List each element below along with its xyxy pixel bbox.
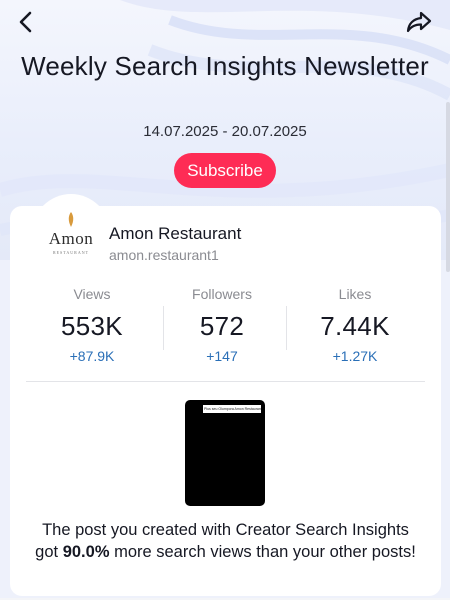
date-range: 14.07.2025 - 20.07.2025: [143, 123, 307, 140]
insights-card: Amon RESTAURANT Amon Restaurant amon.res…: [10, 194, 441, 596]
page-title: Weekly Search Insights Newsletter: [21, 51, 429, 81]
message-line-2: got 90.0% more search views than your ot…: [10, 541, 441, 563]
stat-views: Views 553K +87.9K: [22, 284, 162, 368]
stat-value: 572: [199, 311, 245, 341]
chevron-left-icon: [19, 11, 32, 33]
logo-subtext: RESTAURANT: [52, 249, 90, 255]
stat-delta: +147: [206, 348, 238, 364]
insight-message: The post you created with Creator Search…: [10, 519, 441, 563]
share-arrow-icon: [406, 11, 432, 33]
stat-label: Likes: [338, 286, 372, 302]
message-suffix: more search views than your other posts!: [109, 543, 416, 561]
share-button[interactable]: [404, 8, 434, 36]
stat-delta: +1.27K: [332, 348, 378, 364]
avatar[interactable]: Amon RESTAURANT: [39, 201, 103, 265]
flame-logo-icon: [68, 211, 74, 227]
thumbnail-caption: Plus seu Olumpora Amon Restaurant2 ...: [203, 405, 261, 413]
stat-label: Views: [73, 286, 111, 302]
logo-text: Amon: [48, 228, 94, 248]
highlight-percentage: 90.0%: [62, 543, 110, 561]
profile-handle: amon.restaurant1: [109, 247, 219, 263]
divider: [26, 381, 425, 382]
profile-name[interactable]: Amon Restaurant: [109, 224, 241, 244]
subscribe-button[interactable]: Subscribe: [174, 153, 276, 188]
post-thumbnail[interactable]: Plus seu Olumpora Amon Restaurant2 ...: [185, 400, 265, 506]
stats-row: Views 553K +87.9K Followers 572 +147 Lik…: [10, 284, 441, 368]
message-prefix: got: [35, 543, 63, 561]
stat-likes: Likes 7.44K +1.27K: [285, 284, 425, 368]
stat-value: 7.44K: [320, 311, 390, 341]
top-bar: [0, 0, 450, 44]
stat-followers: Followers 572 +147: [152, 284, 292, 368]
message-line-1: The post you created with Creator Search…: [42, 521, 409, 539]
stat-label: Followers: [192, 286, 252, 302]
stat-value: 553K: [61, 311, 123, 341]
scrollbar[interactable]: [446, 102, 450, 272]
avatar-frame: Amon RESTAURANT: [32, 194, 110, 272]
back-button[interactable]: [12, 8, 40, 36]
stat-delta: +87.9K: [69, 348, 115, 364]
